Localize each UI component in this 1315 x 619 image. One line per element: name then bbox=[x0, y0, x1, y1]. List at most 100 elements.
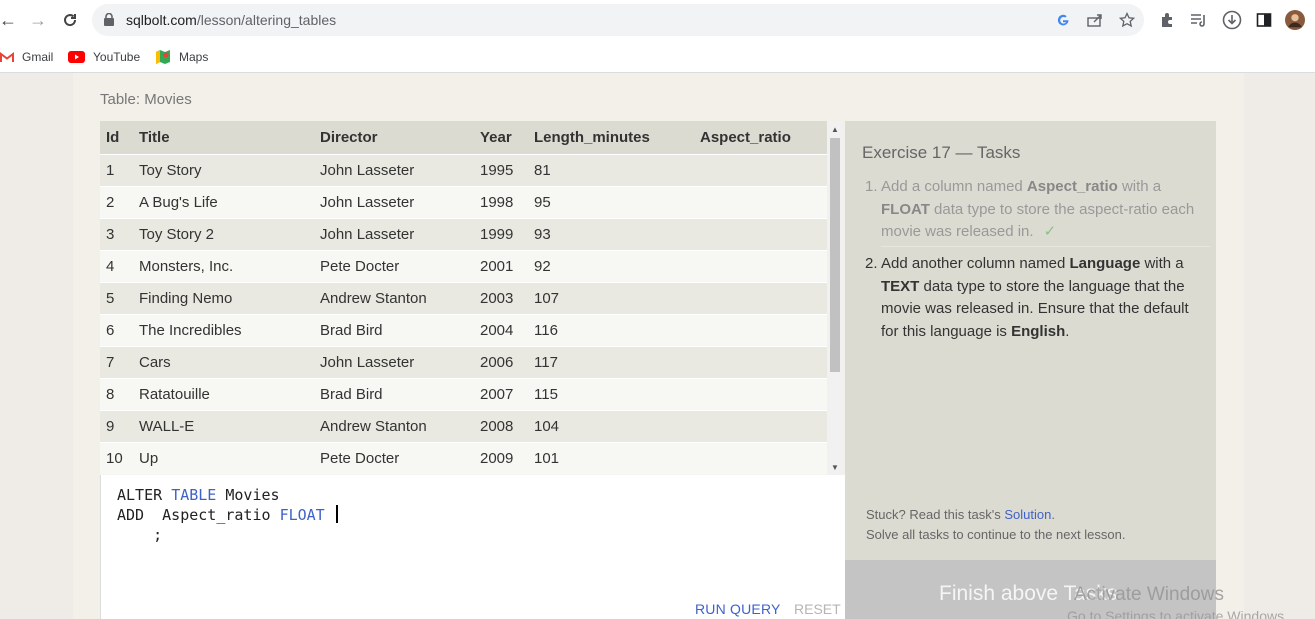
column-header: Year bbox=[474, 121, 528, 154]
table-cell: 9 bbox=[100, 409, 133, 442]
table-cell bbox=[694, 153, 827, 186]
table-cell: 2003 bbox=[474, 281, 528, 314]
lock-icon bbox=[104, 12, 114, 31]
reload-icon[interactable] bbox=[58, 8, 82, 32]
bookmark-gmail[interactable]: Gmail bbox=[0, 48, 53, 66]
table-cell: 2001 bbox=[474, 249, 528, 282]
bookmark-star-icon[interactable] bbox=[1118, 11, 1136, 29]
sql-editor[interactable]: ALTER TABLE Movies ADD Aspect_ratio FLOA… bbox=[100, 475, 845, 619]
column-header: Title bbox=[133, 121, 314, 154]
address-bar[interactable]: sqlbolt.com/lesson/altering_tables bbox=[92, 4, 1144, 36]
task-divider bbox=[881, 246, 1210, 247]
table-cell: Toy Story 2 bbox=[133, 217, 314, 250]
table-cell: 2008 bbox=[474, 409, 528, 442]
activate-windows-subtext: Go to Settings to activate Windows. bbox=[1067, 608, 1288, 619]
table-cell: 2007 bbox=[474, 377, 528, 410]
bookmarks-bar: Gmail YouTube Maps bbox=[0, 41, 1315, 73]
url-text: sqlbolt.com/lesson/altering_tables bbox=[126, 12, 337, 28]
table-cell: Finding Nemo bbox=[133, 281, 314, 314]
table-cell: Pete Docter bbox=[314, 249, 474, 282]
table-cell: 2004 bbox=[474, 313, 528, 346]
table-cell: Up bbox=[133, 441, 314, 474]
table-cell bbox=[694, 441, 827, 474]
table-cell: 1 bbox=[100, 153, 133, 186]
table-cell bbox=[694, 217, 827, 250]
forward-icon[interactable]: → bbox=[26, 8, 50, 32]
tasks-title: Exercise 17 — Tasks bbox=[862, 143, 1021, 162]
table-cell: John Lasseter bbox=[314, 153, 474, 186]
table-cell: Brad Bird bbox=[314, 377, 474, 410]
table-cell bbox=[694, 313, 827, 346]
download-icon[interactable] bbox=[1222, 10, 1242, 30]
table-cell: 1999 bbox=[474, 217, 528, 250]
run-query-button[interactable]: RUN QUERY bbox=[695, 601, 781, 617]
table-cell: 10 bbox=[100, 441, 133, 474]
table-body: 1 Toy Story John Lasseter 1995 81 2 A Bug's Li… bbox=[100, 153, 827, 474]
table-row: 9 WALL-E Andrew Stanton 2008 104 bbox=[100, 409, 827, 442]
table-cell: 6 bbox=[100, 313, 133, 346]
table-caption: Table: Movies bbox=[100, 91, 192, 108]
table-cell bbox=[694, 345, 827, 378]
bookmark-youtube[interactable]: YouTube bbox=[68, 48, 140, 66]
table-cell: 117 bbox=[528, 345, 694, 378]
help-text-continue: Solve all tasks to continue to the next … bbox=[866, 527, 1126, 542]
table-cell: John Lasseter bbox=[314, 217, 474, 250]
table-header-row: Id Title Director Year Length_minutes As… bbox=[100, 121, 827, 154]
table-cell: 107 bbox=[528, 281, 694, 314]
table-row: 2A Bug's Life John Lasseter 1998 95 bbox=[100, 185, 827, 218]
column-header: Length_minutes bbox=[528, 121, 694, 154]
browser-toolbar: ← → sqlbolt.com/lesson/altering_tables bbox=[0, 0, 1315, 41]
tasks-panel: Exercise 17 — Tasks 1. Add a column name… bbox=[845, 121, 1216, 560]
help-text: Stuck? Read this task's Solution. bbox=[866, 507, 1055, 522]
reset-button[interactable]: RESET bbox=[794, 601, 841, 617]
bookmark-maps-label: Maps bbox=[179, 50, 209, 64]
table-cell: 2006 bbox=[474, 345, 528, 378]
table-cell: John Lasseter bbox=[314, 185, 474, 218]
results-table-container: Id Title Director Year Length_minutes As… bbox=[100, 121, 843, 476]
table-cell bbox=[694, 377, 827, 410]
profile-avatar-icon[interactable] bbox=[1285, 10, 1305, 30]
table-cell: 95 bbox=[528, 185, 694, 218]
table-cell: 1998 bbox=[474, 185, 528, 218]
solution-link[interactable]: Solution bbox=[1004, 507, 1051, 522]
table-cell: 115 bbox=[528, 377, 694, 410]
lesson-page: Table: Movies Id Title Director Year Len… bbox=[73, 73, 1244, 619]
reading-list-icon[interactable] bbox=[1189, 10, 1209, 30]
table-cell: 2009 bbox=[474, 441, 528, 474]
task-item-completed: 1. Add a column named Aspect_ratio with … bbox=[865, 178, 1195, 240]
side-panel-icon[interactable] bbox=[1254, 10, 1274, 30]
table-cell: Andrew Stanton bbox=[314, 281, 474, 314]
scroll-up-arrow-icon[interactable]: ▲ bbox=[831, 125, 839, 134]
table-cell bbox=[694, 185, 827, 218]
sql-code[interactable]: ALTER TABLE Movies ADD Aspect_ratio FLOA… bbox=[117, 485, 338, 545]
table-cell: Pete Docter bbox=[314, 441, 474, 474]
table-cell: Monsters, Inc. bbox=[133, 249, 314, 282]
table-row: 3 Toy Story 2 John Lasseter 1999 93 bbox=[100, 217, 827, 250]
column-header: Aspect_ratio bbox=[694, 121, 827, 154]
table-cell bbox=[694, 409, 827, 442]
table-cell: A Bug's Life bbox=[133, 185, 314, 218]
scroll-down-arrow-icon[interactable]: ▼ bbox=[831, 463, 839, 472]
table-scrollbar[interactable]: ▲ ▼ bbox=[827, 121, 843, 476]
extensions-icon[interactable] bbox=[1157, 10, 1177, 30]
table-cell: 101 bbox=[528, 441, 694, 474]
gmail-icon bbox=[0, 51, 14, 63]
table-cell: 7 bbox=[100, 345, 133, 378]
table-cell: Andrew Stanton bbox=[314, 409, 474, 442]
table-cell bbox=[694, 281, 827, 314]
maps-icon bbox=[155, 49, 171, 65]
google-icon[interactable] bbox=[1054, 11, 1072, 29]
table-row: 7 Cars John Lasseter 2006 117 bbox=[100, 345, 827, 378]
table-cell: 8 bbox=[100, 377, 133, 410]
youtube-icon bbox=[68, 51, 85, 63]
scrollbar-thumb[interactable] bbox=[830, 138, 840, 372]
bookmark-maps[interactable]: Maps bbox=[155, 48, 208, 66]
column-header: Id bbox=[100, 121, 133, 154]
table-row: 6 The Incredibles Brad Bird 2004 116 bbox=[100, 313, 827, 346]
share-icon[interactable] bbox=[1086, 11, 1104, 29]
back-icon[interactable]: ← bbox=[0, 8, 20, 32]
table-cell bbox=[694, 249, 827, 282]
movies-table: Id Title Director Year Length_minutes As… bbox=[100, 121, 827, 474]
table-cell: WALL-E bbox=[133, 409, 314, 442]
table-cell: Cars bbox=[133, 345, 314, 378]
